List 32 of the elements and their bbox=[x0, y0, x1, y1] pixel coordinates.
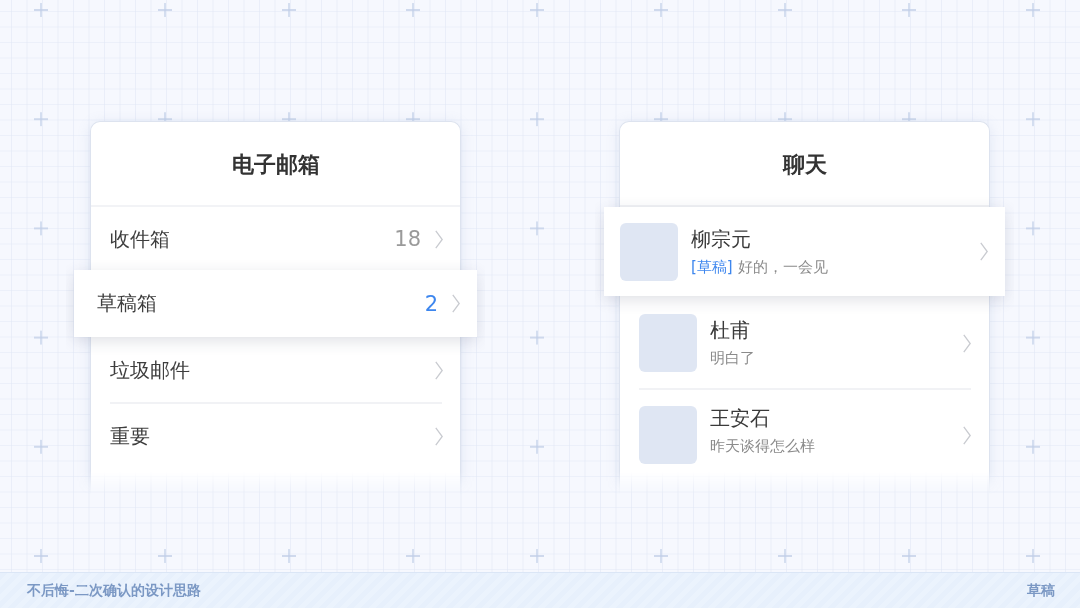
message-preview: 昨天谈得怎么样 bbox=[710, 436, 815, 456]
avatar-placeholder bbox=[639, 314, 697, 372]
chevron-right-icon bbox=[435, 360, 443, 380]
chevron-right-icon bbox=[980, 242, 988, 261]
chat-row[interactable]: 柳宗元 [草稿] 好的，一会见 bbox=[604, 207, 1005, 296]
folder-label: 垃圾邮件 bbox=[110, 356, 191, 384]
draft-tag: [草稿] bbox=[691, 256, 733, 277]
footer-tag: 草稿 bbox=[1027, 581, 1055, 600]
chevron-right-icon bbox=[435, 229, 443, 249]
chevron-right-icon bbox=[963, 426, 971, 445]
chevron-right-icon bbox=[435, 426, 443, 446]
contact-name: 杜甫 bbox=[710, 318, 751, 342]
unread-count: 2 bbox=[424, 291, 438, 316]
chevron-right-icon bbox=[963, 333, 971, 353]
footer-title: 不后悔-二次确认的设计思路 bbox=[27, 581, 201, 600]
contact-name: 王安石 bbox=[710, 406, 771, 430]
avatar-placeholder bbox=[639, 406, 697, 464]
contact-name: 柳宗元 bbox=[691, 226, 752, 251]
folder-label: 收件箱 bbox=[110, 225, 171, 253]
avatar-placeholder bbox=[620, 222, 678, 281]
folder-row[interactable]: 垃圾邮件 bbox=[91, 338, 460, 402]
unread-count: 18 bbox=[394, 227, 421, 251]
chevron-right-icon bbox=[452, 294, 460, 313]
chat-row[interactable]: 王安石 昨天谈得怎么样 bbox=[620, 390, 989, 470]
folder-label: 草稿箱 bbox=[97, 290, 158, 317]
chat-row[interactable]: 杜甫 明白了 bbox=[620, 298, 989, 388]
folder-row[interactable]: 收件箱 18 bbox=[91, 207, 460, 271]
message-preview: 明白了 bbox=[710, 348, 755, 368]
folder-label: 重要 bbox=[110, 422, 151, 450]
folder-row[interactable]: 重要 bbox=[91, 404, 460, 468]
folder-row[interactable]: 草稿箱 2 bbox=[74, 270, 477, 337]
message-preview: 好的，一会见 bbox=[737, 256, 828, 277]
